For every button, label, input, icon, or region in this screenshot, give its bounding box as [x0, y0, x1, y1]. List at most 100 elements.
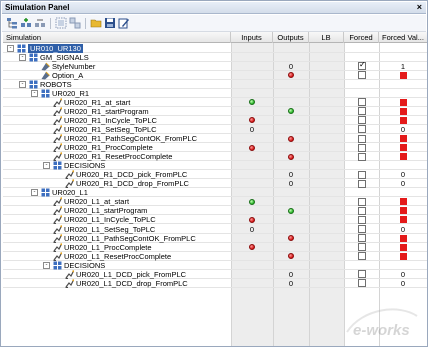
table-row[interactable]: - UR020_R1: [3, 89, 427, 98]
forced-checkbox[interactable]: [358, 197, 366, 206]
forced-value-field[interactable]: 0: [379, 170, 427, 179]
remove-signal-icon[interactable]: [34, 17, 46, 29]
table-row[interactable]: StyleNumber 0 1: [3, 60, 427, 71]
forced-value-field[interactable]: 0: [379, 125, 427, 134]
table-row[interactable]: UR020_L1_DCD_pick_FromPLC 0 0: [3, 270, 427, 279]
forced-checkbox[interactable]: [358, 152, 366, 161]
forced-value-toggle[interactable]: [379, 206, 427, 215]
forced-value-toggle[interactable]: [379, 234, 427, 243]
forced-checkbox[interactable]: [358, 125, 366, 134]
forced-value-toggle[interactable]: [379, 197, 427, 206]
forced-value-field[interactable]: 0: [379, 179, 427, 188]
table-row[interactable]: UR020_R1_DCD_drop_FromPLC 0 0: [3, 179, 427, 189]
forced-value-toggle[interactable]: [379, 243, 427, 252]
input-state-icon: [231, 215, 273, 224]
collapse-toggle-icon[interactable]: -: [43, 261, 50, 269]
table-row[interactable]: UR020_R1_ResetProcComplete: [3, 152, 427, 162]
robot-signal-icon: [65, 170, 74, 180]
forced-checkbox[interactable]: [358, 116, 366, 125]
table-row[interactable]: UR020_L1_PathSegContOK_FromPLC: [3, 234, 427, 243]
collapse-toggle-icon[interactable]: -: [31, 89, 38, 97]
robot-signal-icon: [53, 233, 62, 243]
table-row[interactable]: UR020_R1_ProcComplete: [3, 143, 427, 153]
forced-checkbox[interactable]: [358, 179, 366, 188]
col-header-inputs[interactable]: Inputs: [231, 32, 273, 43]
forced-value-toggle[interactable]: [379, 98, 427, 107]
forced-value-toggle[interactable]: [379, 143, 427, 152]
table-row[interactable]: UR020_L1_DCD_drop_FromPLC 0 0: [3, 279, 427, 288]
table-row[interactable]: UR020_R1_PathSegContOK_FromPLC: [3, 134, 427, 144]
edit-icon[interactable]: [118, 17, 130, 29]
forced-checkbox[interactable]: [358, 225, 366, 233]
forced-value-field[interactable]: 0: [379, 270, 427, 279]
collapse-toggle-icon[interactable]: -: [31, 189, 38, 197]
table-row[interactable]: UR020_L1_SetSeg_ToPLC 0 0: [3, 225, 427, 234]
forced-checkbox[interactable]: [358, 143, 366, 152]
forced-value-toggle[interactable]: [379, 116, 427, 125]
table-row[interactable]: UR020_R1_InCycle_ToPLC: [3, 116, 427, 125]
table-row[interactable]: UR020_R1_DCD_pick_FromPLC 0 0: [3, 170, 427, 180]
forced-checkbox[interactable]: [358, 170, 366, 179]
col-header-outputs[interactable]: Outputs: [273, 32, 309, 43]
red-led-icon: [249, 244, 255, 251]
group-icon[interactable]: [55, 17, 67, 29]
table-row[interactable]: - ROBOTS: [3, 80, 427, 89]
table-row[interactable]: UR020_L1_InCycle_ToPLC: [3, 215, 427, 225]
collapse-toggle-icon[interactable]: -: [43, 162, 50, 170]
forced-checkbox[interactable]: [358, 71, 366, 80]
table-row[interactable]: UR020_R1_SetSeg_ToPLC 0 0: [3, 125, 427, 134]
collapse-toggle-icon[interactable]: -: [7, 44, 14, 52]
output-state-icon: [273, 134, 309, 143]
forced-value-toggle[interactable]: [379, 71, 427, 80]
table-row[interactable]: UR020_L1_at_start: [3, 197, 427, 207]
table-row[interactable]: UR020_R1_startProgram: [3, 107, 427, 116]
forced-checkbox[interactable]: [358, 215, 366, 224]
signal-name: UR020_L1_PathSegContOK_FromPLC: [64, 233, 196, 243]
forced-value-toggle[interactable]: [379, 107, 427, 116]
forced-checkbox[interactable]: [358, 134, 366, 143]
save-icon[interactable]: [104, 17, 116, 29]
table-row[interactable]: UR020_L1_ProcComplete: [3, 243, 427, 252]
forced-value-toggle[interactable]: [379, 215, 427, 224]
col-header-lb[interactable]: LB: [309, 32, 344, 43]
table-row[interactable]: - UR010_UR130: [3, 43, 427, 53]
forced-checkbox[interactable]: [358, 107, 366, 116]
forced-value-field[interactable]: 0: [379, 225, 427, 234]
forced-checkbox[interactable]: [358, 234, 366, 243]
forced-checkbox[interactable]: [358, 243, 366, 252]
table-row[interactable]: UR020_R1_at_start: [3, 98, 427, 107]
col-header-forced[interactable]: Forced: [344, 32, 379, 43]
collapse-toggle-icon[interactable]: -: [19, 53, 26, 61]
ungroup-icon[interactable]: [69, 17, 81, 29]
table-row[interactable]: - DECISIONS: [3, 261, 427, 270]
open-folder-icon[interactable]: [90, 17, 102, 29]
robot-signal-icon: [53, 206, 62, 216]
forced-checkbox[interactable]: [358, 270, 366, 279]
table-row[interactable]: - UR020_L1: [3, 188, 427, 198]
collapse-toggle-icon[interactable]: -: [19, 80, 26, 88]
table-row[interactable]: Option_A: [3, 71, 427, 80]
forced-value-field[interactable]: 0: [379, 279, 427, 288]
table-row[interactable]: UR020_L1_startProgram: [3, 206, 427, 216]
output-value: 0: [288, 170, 294, 180]
forced-checkbox[interactable]: [358, 279, 366, 288]
compound-node-icon: [41, 89, 50, 98]
add-signal-icon[interactable]: [20, 17, 32, 29]
forced-checkbox[interactable]: [358, 206, 366, 215]
signal-name: UR020_R1_PathSegContOK_FromPLC: [64, 134, 197, 143]
tree-view-icon[interactable]: [6, 17, 18, 29]
forced-value-toggle[interactable]: [379, 252, 427, 261]
forced-checkbox[interactable]: [358, 60, 366, 71]
forced-value-toggle[interactable]: [379, 152, 427, 161]
table-row[interactable]: - DECISIONS: [3, 161, 427, 171]
forced-checkbox[interactable]: [358, 252, 366, 261]
signal-name: UR020_R1_startProgram: [64, 106, 149, 116]
robot-signal-icon: [53, 242, 62, 252]
table-row[interactable]: UR020_L1_ResetProcComplete: [3, 252, 427, 261]
forced-checkbox[interactable]: [358, 98, 366, 107]
col-header-forced-value[interactable]: Forced Val...: [379, 32, 427, 43]
forced-value-field[interactable]: 1: [379, 62, 427, 71]
forced-value-toggle[interactable]: [379, 134, 427, 143]
close-icon[interactable]: ×: [417, 2, 422, 13]
col-header-simulation[interactable]: Simulation: [3, 32, 231, 43]
